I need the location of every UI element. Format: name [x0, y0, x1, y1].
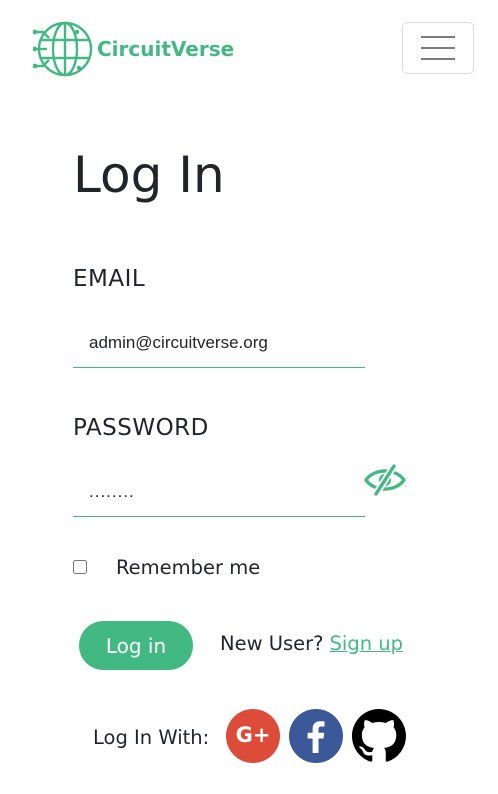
- page-title: Log In: [73, 146, 225, 204]
- hamburger-menu-icon: [421, 36, 455, 38]
- facebook-login-button[interactable]: [289, 709, 343, 763]
- hamburger-menu-icon-bar: [421, 58, 455, 60]
- email-label: EMAIL: [73, 266, 146, 292]
- facebook-icon: [307, 721, 325, 753]
- new-user-text: New User?: [220, 632, 324, 655]
- brand-link[interactable]: CircuitVerse: [33, 18, 234, 80]
- signup-link[interactable]: Sign up: [330, 632, 403, 655]
- email-field[interactable]: [73, 318, 365, 368]
- github-icon: [352, 709, 406, 762]
- hamburger-menu-icon-bar: [421, 47, 455, 49]
- password-field[interactable]: [73, 467, 365, 517]
- password-label: PASSWORD: [73, 415, 209, 441]
- navbar: CircuitVerse: [0, 0, 498, 100]
- eye-slash-icon[interactable]: [362, 461, 408, 499]
- github-login-button[interactable]: [352, 709, 406, 763]
- remember-me-label: Remember me: [116, 556, 261, 579]
- login-button[interactable]: Log in: [79, 621, 193, 670]
- signup-prompt: New User? Sign up: [220, 632, 403, 655]
- social-login-label: Log In With:: [93, 726, 210, 749]
- brand-name: CircuitVerse: [97, 37, 235, 61]
- google-plus-login-button[interactable]: G+: [226, 709, 280, 763]
- menu-toggle-button[interactable]: [402, 22, 474, 74]
- circuitverse-logo-icon: [33, 21, 93, 77]
- google-plus-icon: G+: [235, 723, 271, 747]
- remember-me-checkbox[interactable]: [73, 560, 87, 574]
